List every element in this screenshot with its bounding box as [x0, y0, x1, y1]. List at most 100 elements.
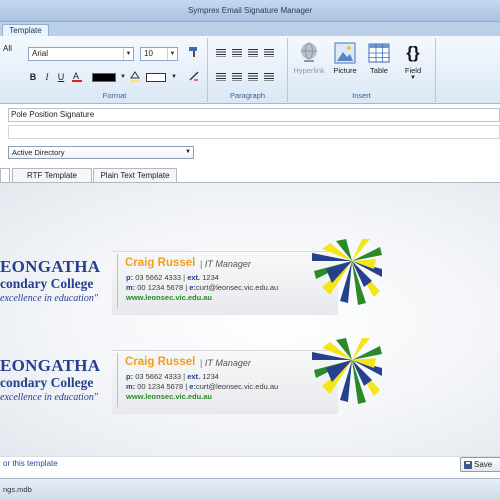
font-color-icon[interactable]: A [70, 70, 84, 84]
mobile-key: m: [126, 382, 136, 391]
person-title: IT Manager [204, 259, 251, 269]
mobile-value: 00 1234 5678 [137, 283, 184, 292]
save-button[interactable]: Save [460, 457, 500, 472]
template-name-value: Pole Position Signature [11, 110, 95, 119]
picture-button[interactable]: Picture [328, 42, 362, 86]
italic-button[interactable]: I [40, 70, 54, 84]
person-name: Craig Russel [125, 257, 196, 269]
template-name-input[interactable]: Pole Position Signature [8, 108, 500, 122]
align-center-icon[interactable] [230, 46, 244, 60]
divider-line [117, 353, 118, 407]
school-name-line1: EONGATHA [0, 356, 101, 375]
mobile-key: m: [126, 283, 136, 292]
phone-key: p: [126, 273, 134, 282]
bullets-icon[interactable] [214, 70, 228, 84]
insert-group-label: Insert [352, 91, 371, 100]
description-input[interactable] [8, 125, 500, 139]
school-name-line2: condary College [0, 375, 94, 390]
hyperlink-label: Hyperlink [293, 66, 325, 75]
person-title: IT Manager [204, 358, 251, 368]
person-role: | IT Manager [200, 358, 251, 368]
save-label: Save [474, 460, 493, 469]
indent-icon[interactable] [262, 70, 276, 84]
paragraph-group-label: Paragraph [229, 91, 266, 100]
font-color-swatch[interactable] [92, 73, 116, 82]
title-bar: Symprex Email Signature Manager [0, 0, 500, 22]
signature-block: EONGATHA condary College excellence in e… [0, 338, 500, 416]
svg-text:A: A [73, 71, 79, 81]
person-name: Craig Russel [125, 356, 196, 368]
font-size-value: 10 [144, 49, 153, 58]
tab-template[interactable]: Template [2, 24, 49, 36]
shading-icon[interactable] [128, 70, 142, 84]
email-key: e: [189, 283, 196, 292]
row-divider: | [183, 273, 186, 282]
numbering-icon[interactable] [230, 70, 244, 84]
source-select[interactable]: Active Directory ▼ [8, 146, 194, 159]
mobile-value: 00 1234 5678 [137, 382, 184, 391]
email-value: curt@leonsec.vic.edu.au [195, 283, 279, 292]
burst-graphic [312, 338, 382, 404]
tab-rtf-template[interactable]: RTF Template [12, 168, 92, 182]
phone-row: p: 03 5662 4333 | ext. 1234 [126, 273, 219, 282]
clear-format-icon[interactable] [187, 70, 201, 84]
field-button[interactable]: {} Field ▼ [396, 42, 430, 86]
phone-value: 03 5662 4333 [135, 372, 182, 381]
signature-preview: EONGATHA condary College excellence in e… [0, 182, 500, 456]
chevron-down-icon: ▼ [410, 75, 416, 81]
status-file: ngs.mdb [3, 485, 32, 494]
phone-value: 03 5662 4333 [135, 273, 182, 282]
field-label: Field [404, 66, 422, 75]
window-title: Symprex Email Signature Manager [187, 6, 313, 15]
table-button[interactable]: Table [362, 42, 396, 86]
table-icon [368, 43, 390, 63]
chevron-down-icon[interactable]: ▼ [167, 70, 181, 84]
role-divider: | [200, 358, 203, 368]
format-group: Arial ▼ 10 ▼ B I U A ▼ ▼ Format [22, 38, 208, 102]
signature-block: EONGATHA condary College excellence in e… [0, 239, 500, 317]
format-group-label: Format [102, 91, 127, 100]
website-row: www.leonsec.vic.edu.au [126, 392, 213, 401]
bold-button[interactable]: B [26, 70, 40, 84]
ribbon-tab-row: Template [0, 22, 500, 36]
mobile-row: m: 00 1234 5678 | e:curt@leonsec.vic.edu… [126, 382, 278, 391]
format-painter-icon[interactable] [187, 46, 201, 60]
align-left-icon[interactable] [214, 46, 228, 60]
table-label: Table [370, 66, 388, 75]
tab-html[interactable] [0, 168, 10, 182]
school-name-line2: condary College [0, 276, 94, 291]
source-select-value: Active Directory [12, 148, 65, 157]
insert-group: Hyperlink Picture Table {} Field ▼ Inser… [288, 38, 436, 102]
underline-button[interactable]: U [54, 70, 68, 84]
font-size-combo[interactable]: 10 ▼ [140, 47, 178, 61]
bottom-bar: or this template Save [0, 456, 500, 478]
school-motto: excellence in education" [0, 293, 99, 304]
picture-label: Picture [333, 66, 357, 75]
ext-key: ext. [187, 372, 201, 381]
paragraph-group: Paragraph [208, 38, 288, 102]
ext-value: 1234 [202, 372, 219, 381]
school-motto: excellence in education" [0, 392, 99, 403]
phone-row: p: 03 5662 4333 | ext. 1234 [126, 372, 219, 381]
tab-plain-text-template[interactable]: Plain Text Template [93, 168, 177, 182]
chevron-down-icon[interactable]: ▼ [167, 48, 177, 60]
all-label[interactable]: All [3, 44, 12, 53]
picture-icon [334, 42, 356, 64]
row-divider: | [183, 372, 186, 381]
font-name-combo[interactable]: Arial ▼ [28, 47, 134, 61]
person-role: | IT Manager [200, 259, 251, 269]
chevron-down-icon[interactable]: ▼ [123, 48, 133, 60]
school-name-line1: EONGATHA [0, 257, 101, 276]
burst-graphic [312, 239, 382, 305]
template-link[interactable]: or this template [3, 459, 58, 468]
border-swatch[interactable] [146, 73, 166, 82]
ext-value: 1234 [202, 273, 219, 282]
outdent-icon[interactable] [246, 70, 260, 84]
row-divider: | [185, 283, 188, 292]
align-right-icon[interactable] [246, 46, 260, 60]
status-bar: ngs.mdb [0, 478, 500, 500]
chevron-down-icon[interactable]: ▼ [185, 147, 191, 158]
font-name-value: Arial [32, 49, 49, 58]
justify-icon[interactable] [262, 46, 276, 60]
hyperlink-button[interactable]: Hyperlink [292, 42, 326, 86]
